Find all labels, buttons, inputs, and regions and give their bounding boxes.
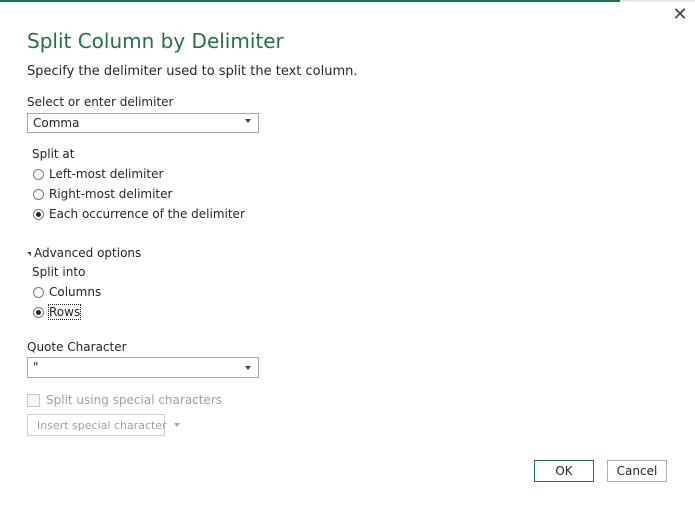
advanced-options-label: Advanced options xyxy=(34,246,142,260)
radio-button[interactable] xyxy=(33,286,44,298)
dialog-subtitle: Specify the delimiter used to split the … xyxy=(27,64,358,79)
radio-label: Left-most delimiter xyxy=(49,167,164,181)
radio-label: Rows xyxy=(47,304,82,320)
radio-button[interactable] xyxy=(33,208,44,220)
special-characters-label: Split using special characters xyxy=(46,393,223,407)
cancel-button[interactable]: Cancel xyxy=(607,460,667,482)
chevron-down-icon xyxy=(173,423,180,427)
quote-character-label: Quote Character xyxy=(27,340,127,354)
chevron-down-icon xyxy=(245,366,251,370)
radio-right-most-delimiter[interactable]: Right-most delimiter xyxy=(33,185,172,203)
delimiter-select[interactable]: Comma xyxy=(27,113,259,133)
delimiter-label: Select or enter delimiter xyxy=(27,95,174,109)
radio-button[interactable] xyxy=(33,306,44,318)
close-icon: ✕ xyxy=(672,3,688,25)
radio-label: Right-most delimiter xyxy=(49,187,173,201)
radio-each-occurrence[interactable]: Each occurrence of the delimiter xyxy=(33,205,245,223)
radio-rows[interactable]: Rows xyxy=(33,303,82,321)
radio-label: Each occurrence of the delimiter xyxy=(49,207,245,221)
split-column-dialog: ✕ Split Column by Delimiter Specify the … xyxy=(0,0,695,510)
quote-character-select[interactable]: " xyxy=(27,357,259,378)
ok-button[interactable]: OK xyxy=(534,460,594,482)
advanced-options-toggle[interactable]: Advanced options xyxy=(27,245,141,261)
top-strip-accent xyxy=(0,0,620,2)
insert-special-character-label: Insert special character xyxy=(37,418,167,432)
special-characters-checkbox[interactable] xyxy=(27,393,40,407)
radio-left-most-delimiter[interactable]: Left-most delimiter xyxy=(33,165,163,183)
radio-button[interactable] xyxy=(33,188,44,200)
split-into-label: Split into xyxy=(32,265,86,279)
special-characters-checkbox-row[interactable]: Split using special characters xyxy=(27,391,222,409)
insert-special-character-button[interactable]: Insert special character xyxy=(27,414,180,436)
radio-button[interactable] xyxy=(33,168,44,180)
radio-label: Columns xyxy=(49,285,102,299)
quote-character-value: " xyxy=(33,360,39,374)
delimiter-select-value: Comma xyxy=(33,116,80,130)
chevron-down-icon xyxy=(245,119,251,123)
close-button[interactable]: ✕ xyxy=(668,2,692,26)
radio-columns[interactable]: Columns xyxy=(33,283,101,301)
expanded-triangle-icon xyxy=(27,252,31,256)
dialog-title: Split Column by Delimiter xyxy=(27,29,284,53)
top-strip xyxy=(0,0,695,3)
split-at-label: Split at xyxy=(32,147,75,161)
